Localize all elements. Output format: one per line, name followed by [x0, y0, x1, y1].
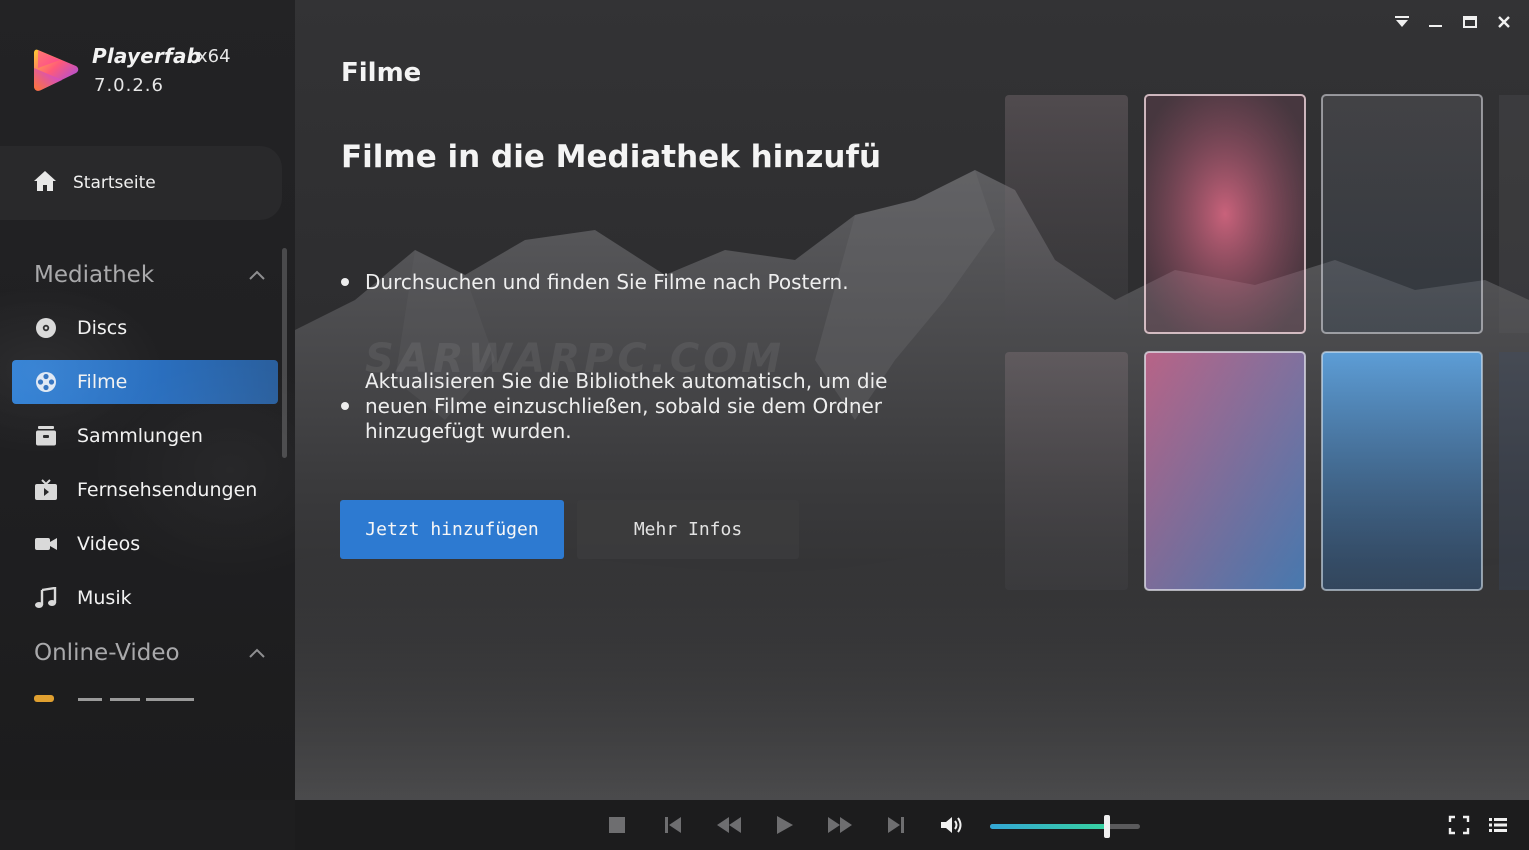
playlist-icon[interactable] [1487, 815, 1509, 835]
playerfab-logo-icon [34, 49, 79, 91]
sidebar-item-filme[interactable]: Filme [12, 360, 278, 404]
player-bar-left-spacer [0, 800, 295, 850]
section-title-online-video: Online-Video [34, 640, 180, 666]
previous-icon[interactable] [662, 815, 684, 835]
maximize-button[interactable] [1453, 10, 1487, 34]
player-control-bar [0, 800, 1529, 850]
page-title: Filme [341, 58, 422, 88]
app-version: 7.0.2.6 [94, 75, 164, 96]
minimize-button[interactable] [1419, 10, 1453, 34]
app-brand: Playerfab x64 7.0.2.6 [32, 42, 272, 102]
feature-bullet-text: Aktualisieren Sie die Bibliothek automat… [365, 369, 888, 443]
sidebar-item-videos[interactable]: Videos [12, 522, 278, 566]
video-camera-icon [35, 538, 57, 550]
tv-icon [35, 479, 57, 500]
sidebar-item-label: Discs [77, 317, 128, 339]
rewind-icon[interactable] [716, 815, 742, 835]
sidebar-item-label: Fernsehsendungen [77, 479, 258, 501]
app-name: Playerfab [92, 44, 202, 68]
main-content: SARWARPC.COM Filme Filme in die Mediathe… [295, 0, 1529, 800]
headline: Filme in die Mediathek hinzufü [341, 139, 882, 175]
play-icon[interactable] [774, 815, 796, 835]
partially-hidden-list-item [34, 695, 194, 702]
volume-icon[interactable] [940, 815, 964, 835]
close-button[interactable] [1487, 10, 1521, 34]
feature-bullet-text: Durchsuchen und finden Sie Filme nach Po… [365, 270, 849, 294]
add-now-button[interactable]: Jetzt hinzufügen [340, 500, 564, 559]
app-arch: x64 [197, 46, 231, 67]
sidebar-item-fernsehsendungen[interactable]: Fernsehsendungen [12, 468, 278, 512]
minimize-icon [1429, 25, 1442, 27]
bullet-dot [341, 402, 349, 410]
film-reel-icon [36, 372, 56, 392]
window-controls [1385, 10, 1521, 34]
sidebar-item-label: Videos [77, 533, 141, 555]
collection-icon [36, 426, 56, 446]
home-icon [34, 171, 56, 191]
menu-dropdown-icon [1395, 16, 1409, 27]
close-icon [1498, 16, 1510, 28]
fullscreen-icon[interactable] [1448, 815, 1470, 835]
more-info-button[interactable]: Mehr Infos [577, 500, 799, 559]
sidebar-item-startseite[interactable]: Startseite [0, 146, 282, 220]
sidebar-item-musik[interactable]: Musik [12, 576, 278, 620]
sidebar-item-sammlungen[interactable]: Sammlungen [12, 414, 278, 458]
volume-slider-thumb[interactable] [1104, 815, 1110, 838]
section-title-mediathek: Mediathek [34, 262, 155, 288]
bullet-dot [341, 278, 349, 286]
sidebar-scrollbar[interactable] [282, 248, 287, 458]
fast-forward-icon[interactable] [827, 815, 853, 835]
menu-dropdown-button[interactable] [1385, 10, 1419, 34]
maximize-icon [1463, 16, 1477, 28]
stop-icon[interactable] [606, 815, 628, 835]
music-note-icon [35, 587, 57, 608]
sidebar-item-label: Filme [77, 371, 128, 393]
disc-icon [36, 318, 56, 338]
sidebar-item-label: Sammlungen [77, 425, 203, 447]
volume-slider-fill [990, 824, 1107, 829]
next-icon[interactable] [885, 815, 907, 835]
volume-slider[interactable] [990, 815, 1140, 838]
sidebar-item-label: Startseite [73, 173, 156, 193]
sidebar-item-label: Musik [77, 587, 132, 609]
chevron-up-icon[interactable] [247, 646, 267, 660]
chevron-up-icon[interactable] [247, 268, 267, 282]
sidebar: Playerfab x64 7.0.2.6 Startseite Mediath… [0, 0, 295, 800]
sidebar-item-discs[interactable]: Discs [12, 306, 278, 350]
